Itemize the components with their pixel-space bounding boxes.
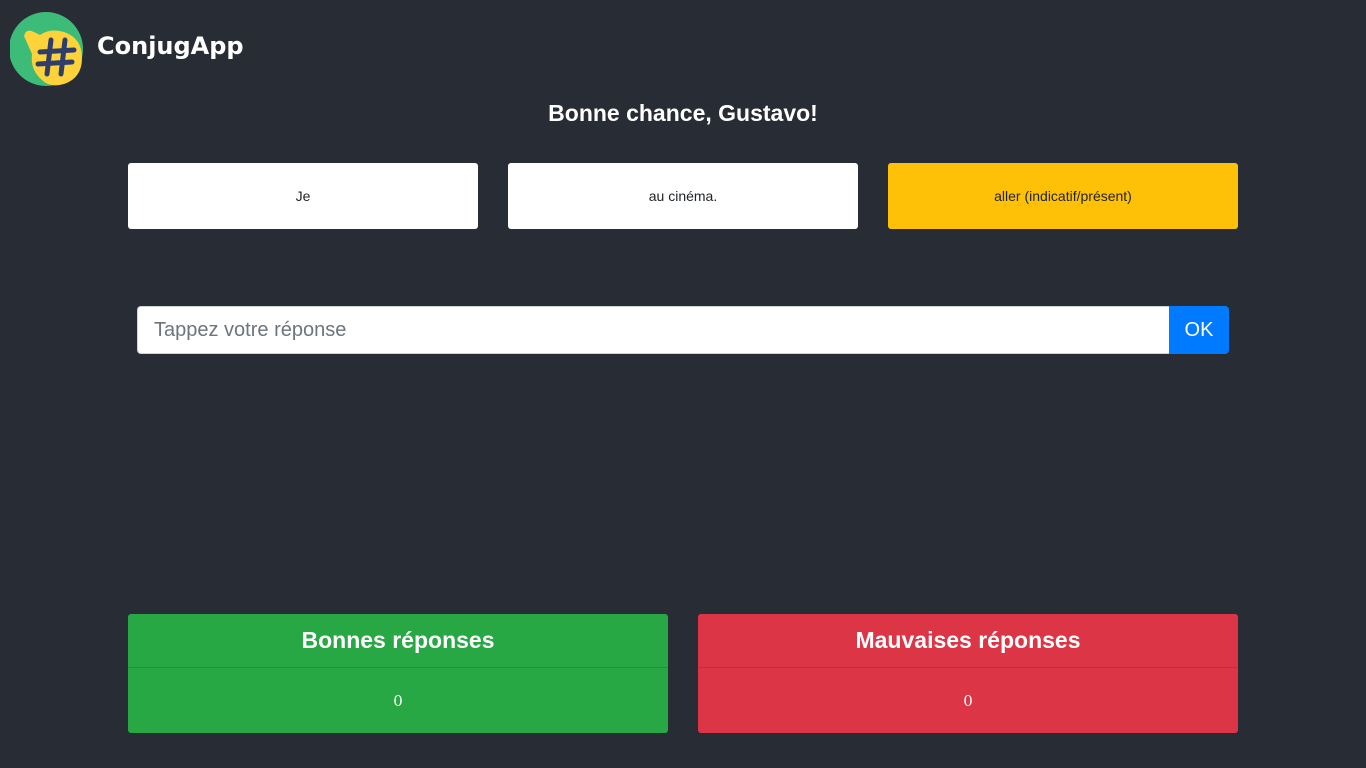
correct-answers-count: 0 bbox=[393, 691, 403, 710]
sentence-complement: au cinéma. bbox=[648, 188, 718, 204]
sentence-subject-card: Je bbox=[128, 163, 478, 229]
wrong-answers-card: Mauvaises réponses 0 bbox=[698, 614, 1238, 733]
correct-answers-card: Bonnes réponses 0 bbox=[128, 614, 668, 733]
answer-form: OK bbox=[137, 306, 1229, 354]
answer-input[interactable] bbox=[137, 306, 1169, 354]
ok-button[interactable]: OK bbox=[1169, 306, 1229, 354]
app-logo-icon bbox=[10, 12, 83, 86]
sentence-subject: Je bbox=[295, 188, 311, 204]
verb-hint: aller (indicatif/présent) bbox=[994, 188, 1132, 204]
app-title: ConjugApp bbox=[97, 32, 244, 60]
sentence-complement-card: au cinéma. bbox=[508, 163, 858, 229]
greeting-heading: Bonne chance, Gustavo! bbox=[548, 100, 818, 126]
verb-hint-card: aller (indicatif/présent) bbox=[888, 163, 1238, 229]
wrong-answers-count: 0 bbox=[963, 691, 973, 710]
page: ConjugApp Bonne chance, Gustavo! Je au c… bbox=[0, 0, 1366, 768]
wrong-answers-title: Mauvaises réponses bbox=[698, 614, 1238, 668]
correct-answers-title: Bonnes réponses bbox=[128, 614, 668, 668]
